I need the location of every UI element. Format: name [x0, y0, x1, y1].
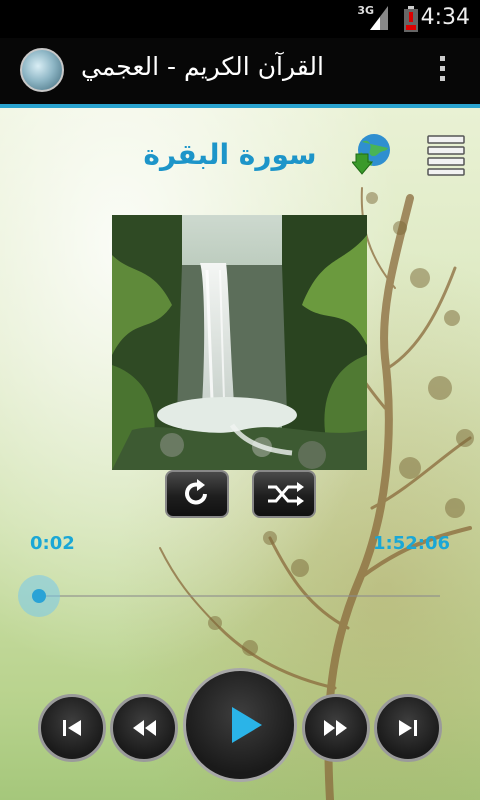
shuffle-button[interactable]: [252, 470, 316, 518]
status-bar: 3G 4:34: [0, 0, 480, 38]
clock: 4:34: [420, 5, 470, 30]
play-button[interactable]: [183, 668, 297, 782]
app-title: القرآن الكريم - العجمي: [81, 52, 324, 81]
rewind-icon: [133, 720, 156, 736]
seek-bar[interactable]: [40, 595, 440, 597]
app-icon[interactable]: [20, 48, 64, 92]
player-screen: سورة البقرة 0:02 1:52:06: [0, 108, 480, 800]
play-icon: [232, 707, 262, 743]
repeat-button[interactable]: [165, 470, 229, 518]
shuffle-icon: [268, 482, 304, 506]
elapsed-time: 0:02: [30, 533, 75, 554]
cover-image: [112, 215, 367, 470]
skip-previous-icon: [63, 720, 81, 736]
battery-icon: [404, 6, 418, 32]
next-button[interactable]: [374, 694, 442, 762]
fast-forward-icon: [324, 720, 347, 736]
more-vert-icon[interactable]: [436, 56, 448, 88]
skip-next-icon: [399, 720, 417, 736]
signal-icon: [370, 6, 388, 30]
list-icon[interactable]: [426, 134, 466, 176]
globe-download-icon[interactable]: [352, 132, 392, 176]
forward-button[interactable]: [302, 694, 370, 762]
seek-thumb[interactable]: [18, 575, 60, 617]
repeat-icon: [185, 479, 207, 505]
total-duration: 1:52:06: [372, 533, 450, 554]
previous-button[interactable]: [38, 694, 106, 762]
rewind-button[interactable]: [110, 694, 178, 762]
surah-title: سورة البقرة: [143, 138, 317, 171]
action-bar: القرآن الكريم - العجمي: [0, 38, 480, 108]
